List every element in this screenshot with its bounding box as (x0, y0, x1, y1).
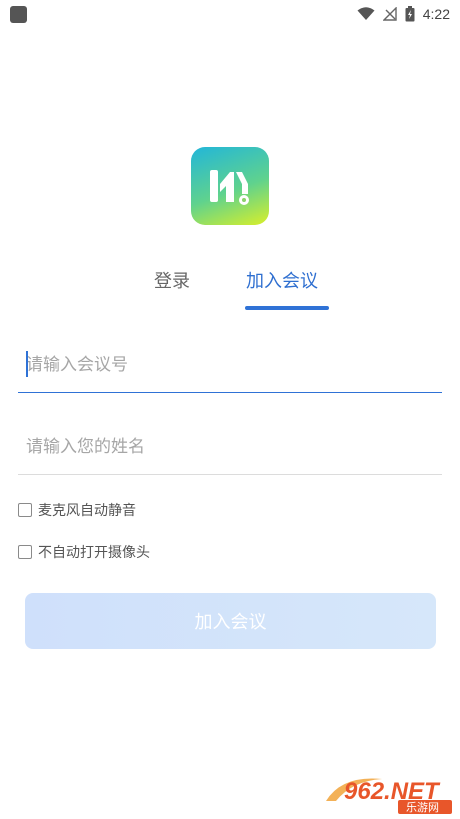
watermark-logo: 962.NET 乐游网 (322, 771, 454, 815)
meeting-logo-icon (210, 170, 249, 205)
name-input[interactable] (18, 419, 442, 474)
meeting-id-input[interactable] (18, 337, 442, 392)
status-time: 4:22 (422, 6, 450, 22)
join-meeting-button[interactable]: 加入会议 (25, 593, 436, 649)
camera-off-label: 不自动打开摄像头 (38, 545, 150, 561)
app-logo (191, 147, 269, 225)
meeting-id-field (18, 337, 442, 393)
mute-mic-label: 麦克风自动静音 (38, 503, 136, 519)
svg-text:乐游网: 乐游网 (406, 801, 439, 814)
screen: 4:22 登录 加入会议 麦克风自动静音 不自动打开摄像头 加入会议 (0, 0, 460, 819)
text-cursor (26, 351, 28, 377)
tab-login[interactable]: 登录 (154, 266, 190, 298)
signal-icon (382, 7, 397, 21)
status-bar: 4:22 (0, 0, 460, 28)
camera-off-checkbox[interactable] (18, 545, 32, 559)
camera-off-option[interactable]: 不自动打开摄像头 (18, 542, 150, 562)
wifi-icon (357, 7, 375, 20)
mute-mic-option[interactable]: 麦克风自动静音 (18, 500, 136, 520)
tab-bar: 登录 加入会议 (0, 266, 460, 316)
active-tab-indicator (245, 306, 329, 310)
tab-join-meeting[interactable]: 加入会议 (246, 266, 318, 298)
name-field (18, 419, 442, 475)
app-icon (10, 5, 27, 23)
mute-mic-checkbox[interactable] (18, 503, 32, 517)
status-right: 4:22 (357, 6, 450, 22)
battery-icon (405, 6, 415, 22)
